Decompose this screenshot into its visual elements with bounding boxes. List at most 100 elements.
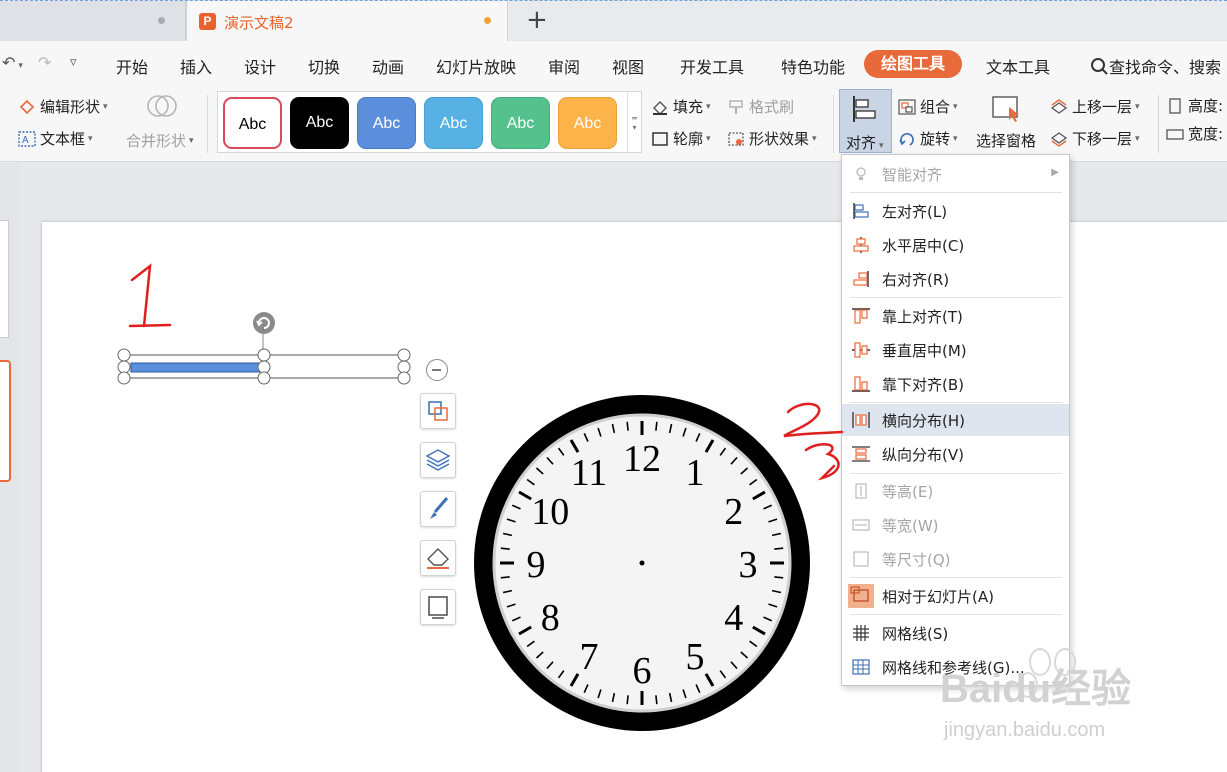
slide-thumbnail-2[interactable] [0,360,11,482]
menu-item-same-height[interactable]: 等高(E) [842,475,1069,507]
shape-style-cyan[interactable]: Abc [424,97,483,149]
menu-developer[interactable]: 开发工具 [680,54,744,78]
menu-item-distribute-horizontal[interactable]: 横向分布(H) [842,404,1069,436]
slide-thumbnail-1[interactable] [0,220,9,338]
menu-item-label: 靠上对齐(T) [882,308,963,326]
menu-home[interactable]: 开始 [116,54,148,78]
gridlines-icon [853,625,869,641]
shape-style-green[interactable]: Abc [491,97,550,149]
distribute-horizontal-icon [852,412,870,428]
bring-forward-button[interactable]: 上移一层 ▾ [1050,96,1140,117]
menu-animation[interactable]: 动画 [372,54,404,78]
menu-item-same-size[interactable]: 等尺寸(Q) [842,543,1069,575]
clock-numeral: 10 [531,491,569,533]
shape-effect-icon [728,131,744,146]
menu-item-relative-to-slide[interactable]: 相对于幻灯片(A) [842,580,1069,612]
menu-item-label: 智能对齐 [882,166,943,184]
shape-style-blue[interactable]: Abc [357,97,416,149]
eraser-icon [427,548,449,569]
layers-button[interactable] [420,442,456,478]
merge-shape-button[interactable]: 合并形状 ▾ [126,130,194,151]
relative-to-slide-icon [848,584,874,608]
menu-item-label: 纵向分布(V) [882,446,964,464]
menu-item-align-center[interactable]: 水平居中(C) [842,229,1069,261]
new-tab-button[interactable]: + [526,7,548,33]
menu-item-label: 垂直居中(M) [882,342,967,360]
edit-shape-label: 编辑形状 [40,98,101,116]
shape-style-black[interactable]: Abc [290,97,349,149]
clock-numeral: 11 [571,452,608,494]
clock-tick [655,421,658,431]
tab-active-document[interactable]: P 演示文稿2 [186,1,508,42]
bring-forward-label: 上移一层 [1072,98,1133,116]
rotate-button[interactable]: 旋转 ▾ [898,128,958,149]
shape-style-white[interactable]: Abc [223,97,282,149]
undo-icon[interactable]: ↶ ▾ [2,53,23,72]
menu-separator [850,577,1062,578]
collapse-toolbar-button[interactable] [426,359,448,381]
crop-icon [428,401,448,421]
menu-view[interactable]: 视图 [612,54,644,78]
submenu-arrow-icon: ▶ [1051,167,1059,178]
menu-item-align-top[interactable]: 靠上对齐(T) [842,300,1069,332]
menu-item-same-width[interactable]: 等宽(W) [842,509,1069,541]
customize-quick-access-icon[interactable]: ▿ [70,55,77,70]
menu-item-label: 水平居中(C) [882,237,965,255]
redo-icon[interactable]: ↷ [38,53,51,72]
menu-item-align-middle[interactable]: 垂直居中(M) [842,334,1069,366]
align-label: 对齐 ▾ [846,134,884,152]
search-command[interactable]: 查找命令、搜索 [1090,54,1221,78]
menu-item-align-bottom[interactable]: 靠下对齐(B) [842,368,1069,400]
tab-previous[interactable] [0,1,186,41]
height-field[interactable]: 高度: [1166,95,1223,116]
shape-style-orange[interactable]: Abc [558,97,617,149]
menu-text-tools[interactable]: 文本工具 [986,54,1050,78]
outline-button[interactable]: 轮廓 ▾ [651,128,711,149]
crop-button[interactable] [420,393,456,429]
rotate-icon [899,132,914,146]
rotate-handle-icon[interactable] [252,311,276,335]
group-button[interactable]: 组合 ▾ [898,96,958,117]
send-backward-icon [1050,131,1068,147]
menu-item-label: 相对于幻灯片(A) [882,588,994,606]
menu-drawing-tools[interactable]: 绘图工具 [864,50,962,78]
menu-item-align-right[interactable]: 右对齐(R) [842,263,1069,295]
menu-slideshow[interactable]: 幻灯片放映 [436,54,516,78]
menu-item-label: 靠下对齐(B) [882,376,964,394]
text-box-button[interactable]: A 文本框 ▾ [18,128,93,149]
frame-button[interactable] [420,589,456,625]
clock-numeral: 8 [541,597,560,639]
fill-button[interactable]: 填充 ▾ [651,96,711,117]
align-button[interactable]: 对齐 ▾ [839,89,892,153]
edit-shape-button[interactable]: 编辑形状 ▾ [18,96,108,117]
group-label: 组合 [920,98,951,116]
shape-effect-button[interactable]: 形状效果 ▾ [727,128,817,149]
clock-numeral: 6 [633,650,652,692]
brush-button[interactable] [420,491,456,527]
menu-transition[interactable]: 切换 [308,54,340,78]
grid-guides-icon [852,659,870,675]
clock-tick [626,695,629,705]
menu-item-align-left[interactable]: 左对齐(L) [842,195,1069,227]
menu-item-distribute-vertical[interactable]: 纵向分布(V) [842,438,1069,470]
send-backward-button[interactable]: 下移一层 ▾ [1050,128,1140,149]
edit-shape-icon [19,99,35,114]
width-field[interactable]: 宽度: [1166,123,1223,144]
menu-separator [850,473,1062,474]
menu-item-label: 横向分布(H) [882,412,965,430]
menu-special-features[interactable]: 特色功能 [781,54,845,78]
eraser-button[interactable] [420,540,456,576]
menu-insert[interactable]: 插入 [180,54,212,78]
gallery-more-button[interactable]: ═ ▾ [627,92,641,152]
selection-pane-icon [992,96,1019,122]
menu-design[interactable]: 设计 [244,54,276,78]
ribbon-drawing-tools: 编辑形状 ▾ A 文本框 ▾ 合并形状 ▾ Abc Abc Abc Abc Abc A… [0,87,1227,162]
shape-effect-label: 形状效果 [749,130,810,148]
selection-pane-button[interactable]: 选择窗格 [976,130,1036,151]
menu-review[interactable]: 审阅 [548,54,580,78]
menu-item-label: 左对齐(L) [882,203,948,221]
menu-item-smart-align[interactable]: 智能对齐 ▶ [842,158,1069,190]
format-painter-button[interactable]: 格式刷 [727,96,794,117]
watermark-url: jingyan.baidu.com [943,719,1105,741]
format-painter-icon [729,99,743,114]
